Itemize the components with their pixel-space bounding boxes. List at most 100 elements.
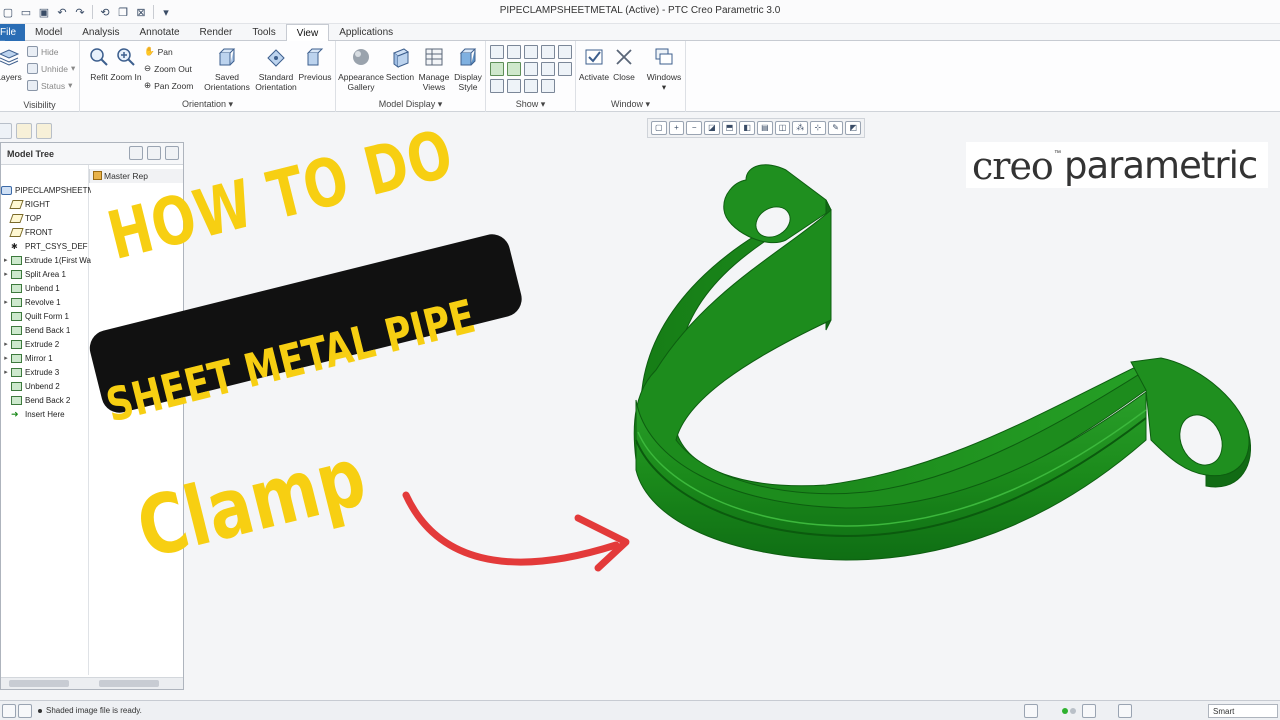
flag-icon[interactable] (1082, 704, 1096, 718)
tab-view[interactable]: View (285, 24, 330, 42)
refit-icon[interactable]: ▢ (651, 121, 667, 135)
plane-tag-icon[interactable] (490, 62, 504, 76)
find-icon[interactable] (1118, 704, 1132, 718)
pan-button[interactable]: ✋ Pan (144, 46, 173, 57)
csys-display-icon[interactable] (541, 45, 555, 59)
expand-arrow-icon[interactable]: ▸ (1, 354, 11, 362)
regenerate-status-icon[interactable] (1024, 704, 1038, 718)
tree-item[interactable]: TOP (1, 211, 91, 225)
tree-column-header[interactable]: Master Rep (89, 169, 183, 183)
section-icon[interactable]: ◩ (845, 121, 862, 135)
tree-item[interactable]: ▸ Split Area 1 (1, 267, 91, 281)
scrollbar-thumb[interactable] (99, 680, 159, 687)
3d-notes-icon[interactable] (490, 79, 504, 93)
zoom-out-button[interactable]: ⊖ Zoom Out (144, 63, 192, 74)
pan-zoom-button[interactable]: ⊕ Pan Zoom (144, 80, 193, 91)
expand-arrow-icon[interactable]: ▸ (1, 270, 11, 278)
axis-tag-icon[interactable] (507, 62, 521, 76)
point-display-icon[interactable] (524, 45, 538, 59)
tree-item[interactable]: FRONT (1, 225, 91, 239)
display-style-button[interactable]: Display Style (452, 46, 484, 92)
selection-filter-select[interactable]: Smart (1208, 704, 1278, 718)
feature-id-icon[interactable] (524, 79, 538, 93)
model-tree-tab-icon[interactable] (0, 123, 12, 139)
appearance-gallery-button[interactable]: Appearance Gallery (338, 46, 384, 92)
tree-item[interactable]: ▸ Extrude 1(First Wa (1, 253, 91, 267)
tree-item[interactable]: ▸ Mirror 1 (1, 351, 91, 365)
tree-item[interactable]: Bend Back 1 (1, 323, 91, 337)
tree-item[interactable]: ▸ Extrude 3 (1, 365, 91, 379)
plane-display-icon[interactable] (490, 45, 504, 59)
tab-file[interactable]: File ▾ (0, 24, 25, 49)
tab-tools[interactable]: Tools (242, 24, 285, 41)
tab-model[interactable]: Model (25, 24, 72, 41)
show-navigator-icon[interactable] (2, 704, 16, 718)
datum-display-filters-icon[interactable]: ⁂ (792, 121, 809, 135)
view-manager-icon[interactable]: ▤ (757, 121, 773, 135)
status-button[interactable]: Status ▾ (27, 80, 72, 91)
tree-columns-icon[interactable] (165, 146, 179, 160)
group-label-orientation[interactable]: Orientation ▾ (80, 99, 335, 110)
repaint-icon[interactable]: ◪ (704, 121, 720, 135)
previous-button[interactable]: Previous (298, 46, 332, 82)
appearance-label-1: Appearance (338, 72, 384, 82)
expand-arrow-icon[interactable]: ▸ (1, 340, 11, 348)
saved-orientations-icon[interactable]: ⬒ (721, 121, 738, 135)
tree-item[interactable]: PIPECLAMPSHEETMET (1, 183, 91, 197)
zoom-out-icon[interactable]: − (686, 121, 703, 135)
folder-browser-tab-icon[interactable] (16, 123, 32, 139)
point-tag-icon[interactable] (524, 62, 538, 76)
group-label-window[interactable]: Window ▾ (576, 99, 685, 110)
hide-button[interactable]: Hide (27, 46, 58, 57)
tree-filters-icon[interactable] (147, 146, 161, 160)
favorites-tab-icon[interactable] (36, 123, 52, 139)
tab-analysis[interactable]: Analysis (72, 24, 129, 41)
zoom-in-button[interactable]: Zoom In (110, 46, 142, 82)
layers-button[interactable]: Layers (0, 46, 22, 82)
group-label-show[interactable]: Show ▾ (486, 99, 575, 110)
tree-horizontal-scrollbar[interactable] (1, 677, 183, 689)
tree-item-label: Quilt Form 1 (25, 311, 70, 321)
show-browser-icon[interactable] (18, 704, 32, 718)
graphics-area[interactable] (186, 140, 1280, 698)
datum-text-icon[interactable] (507, 79, 521, 93)
spin-center-icon[interactable] (558, 62, 572, 76)
tree-item-label: Insert Here (25, 409, 65, 419)
windows-button[interactable]: Windows ▾ (646, 46, 682, 92)
tree-item[interactable]: Unbend 2 (1, 379, 91, 393)
tree-settings-icon[interactable] (129, 146, 143, 160)
unhide-button[interactable]: Unhide ▾ (27, 63, 75, 74)
expand-arrow-icon[interactable]: ▸ (1, 256, 11, 264)
tree-item[interactable]: ➜ Insert Here (1, 407, 91, 421)
activate-button[interactable]: Activate (578, 46, 610, 82)
csys-tag-icon[interactable] (541, 62, 555, 76)
manage-views-button[interactable]: Manage Views (416, 46, 452, 92)
perspective-view-icon[interactable]: ◫ (774, 121, 791, 135)
tab-applications[interactable]: Applications (329, 24, 403, 41)
annotation-display-icon[interactable] (558, 45, 572, 59)
tree-item[interactable]: ▸ Extrude 2 (1, 337, 91, 351)
annotation-display-icon[interactable]: ✎ (827, 121, 844, 135)
tree-item[interactable]: Unbend 1 (1, 281, 91, 295)
tree-item[interactable]: Quilt Form 1 (1, 309, 91, 323)
tab-render[interactable]: Render (190, 24, 243, 41)
section-button[interactable]: Section (384, 46, 416, 82)
zoom-in-icon[interactable]: + (668, 121, 685, 135)
tab-annotate[interactable]: Annotate (130, 24, 190, 41)
display-style-icon[interactable]: ◧ (739, 121, 756, 135)
unhide-label: Unhide (41, 63, 68, 74)
saved-orientations-button[interactable]: Saved Orientations (202, 46, 252, 92)
expand-arrow-icon[interactable]: ▸ (1, 298, 11, 306)
close-button[interactable]: Close (610, 46, 638, 82)
tree-item[interactable]: RIGHT (1, 197, 91, 211)
standard-orientation-button[interactable]: Standard Orientation (252, 46, 300, 92)
axis-display-icon[interactable] (507, 45, 521, 59)
tree-item[interactable]: Bend Back 2 (1, 393, 91, 407)
group-label-model-display[interactable]: Model Display ▾ (336, 99, 485, 110)
dimensions-icon[interactable] (541, 79, 555, 93)
expand-arrow-icon[interactable]: ▸ (1, 368, 11, 376)
spin-center-icon[interactable]: ⊹ (810, 121, 826, 135)
tree-item[interactable]: ▸ Revolve 1 (1, 295, 91, 309)
scrollbar-thumb[interactable] (9, 680, 69, 687)
tree-item[interactable]: ✱ PRT_CSYS_DEF (1, 239, 91, 253)
